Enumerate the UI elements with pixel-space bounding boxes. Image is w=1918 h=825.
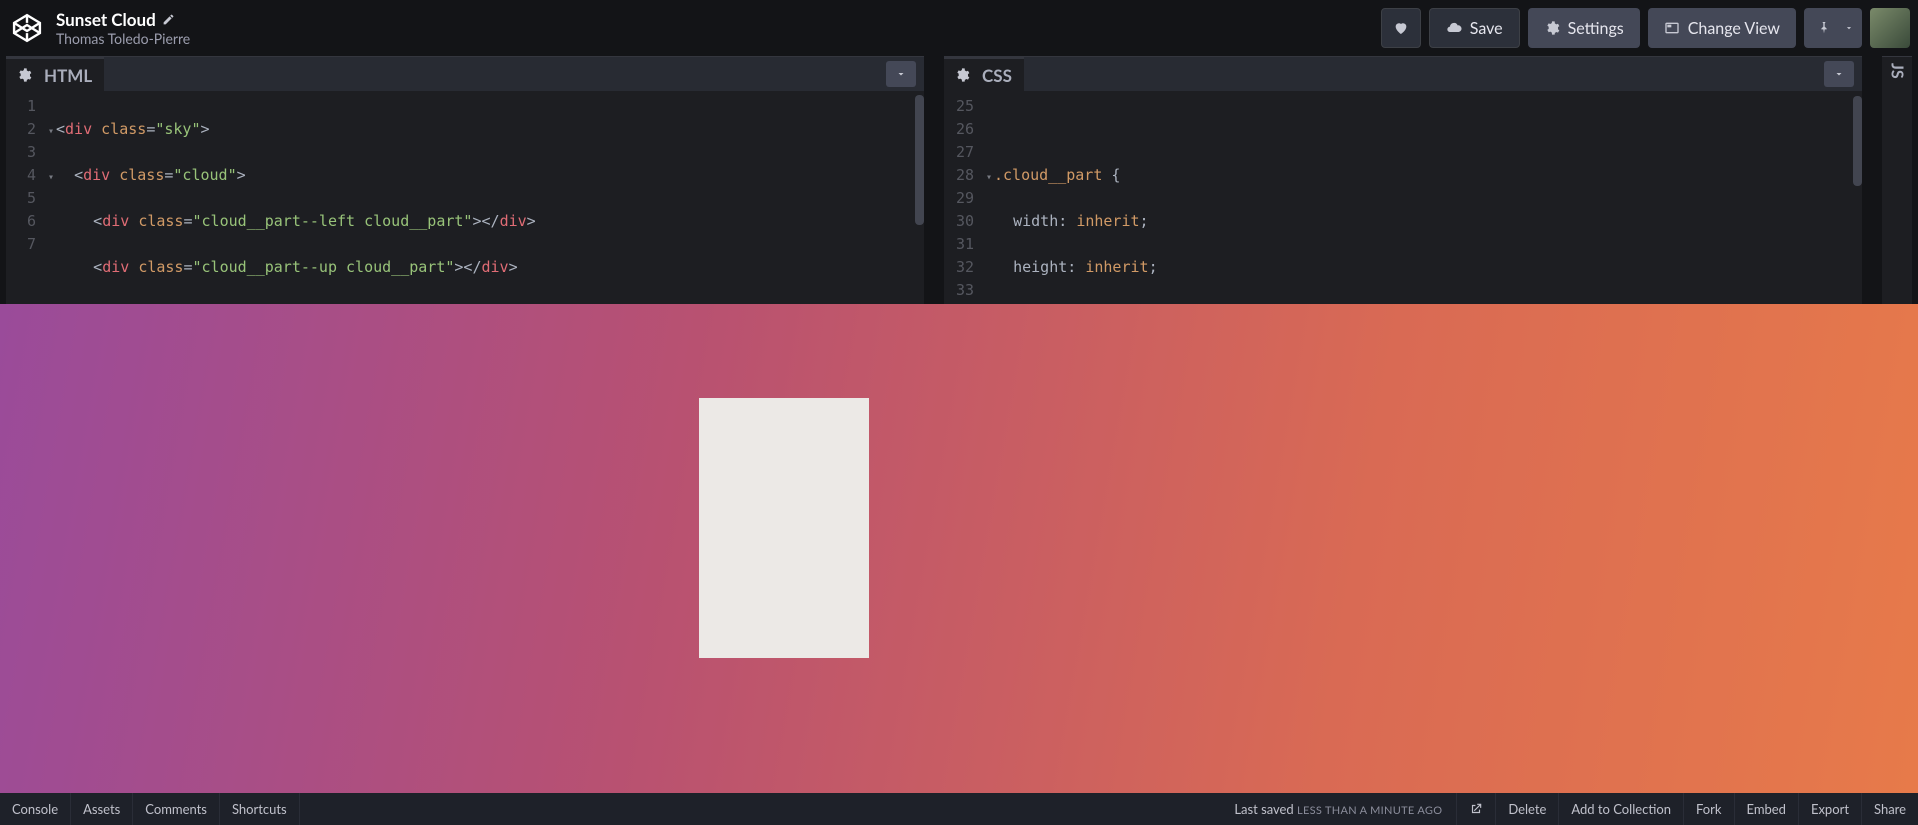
preview-frame bbox=[0, 304, 1918, 793]
footer-shortcuts[interactable]: Shortcuts bbox=[220, 793, 300, 825]
css-pane-title: CSS bbox=[982, 65, 1012, 86]
pen-title-text: Sunset Cloud bbox=[56, 9, 156, 30]
footer-share[interactable]: Share bbox=[1861, 793, 1918, 825]
chevron-down-icon bbox=[895, 68, 907, 80]
save-button[interactable]: Save bbox=[1429, 8, 1520, 48]
pen-title[interactable]: Sunset Cloud bbox=[56, 9, 190, 30]
css-scrollbar[interactable] bbox=[1853, 96, 1862, 186]
css-settings-icon[interactable] bbox=[950, 63, 974, 87]
user-avatar[interactable] bbox=[1870, 8, 1910, 48]
css-gutter: 25 26 27 28 29 30 31 32 33 bbox=[944, 91, 982, 304]
pin-dropdown-button[interactable] bbox=[1836, 8, 1862, 48]
header-buttons: Save Settings Change View bbox=[1381, 8, 1910, 48]
footer-right: Last saved less than a minute ago Delete… bbox=[1220, 793, 1918, 825]
save-label: Save bbox=[1470, 19, 1503, 38]
css-code-area[interactable]: 25 26 27 28 29 30 31 32 33 ▾.cloud__part… bbox=[944, 91, 1862, 304]
pen-author[interactable]: Thomas Toledo-Pierre bbox=[56, 30, 190, 48]
footer-embed[interactable]: Embed bbox=[1734, 793, 1798, 825]
gear-icon bbox=[16, 67, 32, 83]
chevron-down-icon bbox=[1833, 68, 1845, 80]
editors-row: HTML 1 2 3 4 5 6 7 ▾<div class="sky"> ▾ … bbox=[0, 56, 1918, 304]
settings-label: Settings bbox=[1568, 19, 1624, 38]
footer-bar: Console Assets Comments Shortcuts Last s… bbox=[0, 793, 1918, 825]
html-scrollbar[interactable] bbox=[915, 95, 924, 225]
footer-assets[interactable]: Assets bbox=[71, 793, 133, 825]
footer-comments[interactable]: Comments bbox=[133, 793, 220, 825]
codepen-logo[interactable] bbox=[10, 11, 44, 45]
like-button[interactable] bbox=[1381, 8, 1421, 48]
layout-icon bbox=[1664, 20, 1680, 36]
gear-icon bbox=[954, 67, 970, 83]
footer-add-collection[interactable]: Add to Collection bbox=[1558, 793, 1683, 825]
heart-icon bbox=[1393, 20, 1409, 36]
footer-delete[interactable]: Delete bbox=[1495, 793, 1558, 825]
js-pane-title: JS bbox=[1888, 57, 1907, 79]
html-pane-title: HTML bbox=[44, 65, 92, 86]
css-editor-pane: CSS 25 26 27 28 29 30 31 32 33 ▾.cloud bbox=[944, 56, 1862, 304]
html-settings-icon[interactable] bbox=[12, 63, 36, 87]
chevron-down-icon bbox=[1844, 23, 1854, 33]
settings-button[interactable]: Settings bbox=[1528, 8, 1640, 48]
pin-icon bbox=[1816, 20, 1832, 36]
html-editor-pane: HTML 1 2 3 4 5 6 7 ▾<div class="sky"> ▾ … bbox=[6, 56, 924, 304]
change-view-button[interactable]: Change View bbox=[1648, 8, 1796, 48]
css-code-lines[interactable]: ▾.cloud__part { width: inherit; height: … bbox=[982, 91, 1862, 304]
preview-cloud-rect bbox=[699, 398, 869, 658]
css-pane-dropdown[interactable] bbox=[1824, 61, 1854, 87]
html-gutter: 1 2 3 4 5 6 7 bbox=[6, 91, 44, 304]
change-view-label: Change View bbox=[1688, 19, 1780, 38]
footer-open-new[interactable] bbox=[1456, 793, 1495, 825]
gear-icon bbox=[1544, 20, 1560, 36]
footer-export[interactable]: Export bbox=[1798, 793, 1861, 825]
edit-title-icon[interactable] bbox=[162, 13, 175, 26]
footer-console[interactable]: Console bbox=[0, 793, 71, 825]
js-editor-pane[interactable]: JS bbox=[1882, 56, 1912, 304]
title-block: Sunset Cloud Thomas Toledo-Pierre bbox=[56, 9, 190, 48]
header-bar: Sunset Cloud Thomas Toledo-Pierre Save S… bbox=[0, 0, 1918, 56]
cloud-icon bbox=[1446, 20, 1462, 36]
html-pane-dropdown[interactable] bbox=[886, 61, 916, 87]
html-code-lines[interactable]: ▾<div class="sky"> ▾ <div class="cloud">… bbox=[44, 91, 924, 304]
css-pane-header: CSS bbox=[944, 57, 1862, 91]
footer-fork[interactable]: Fork bbox=[1683, 793, 1734, 825]
footer-left: Console Assets Comments Shortcuts bbox=[0, 793, 300, 825]
html-code-area[interactable]: 1 2 3 4 5 6 7 ▾<div class="sky"> ▾ <div … bbox=[6, 91, 924, 304]
html-pane-header: HTML bbox=[6, 57, 924, 91]
footer-status: Last saved less than a minute ago bbox=[1220, 801, 1456, 817]
external-link-icon bbox=[1469, 802, 1483, 816]
